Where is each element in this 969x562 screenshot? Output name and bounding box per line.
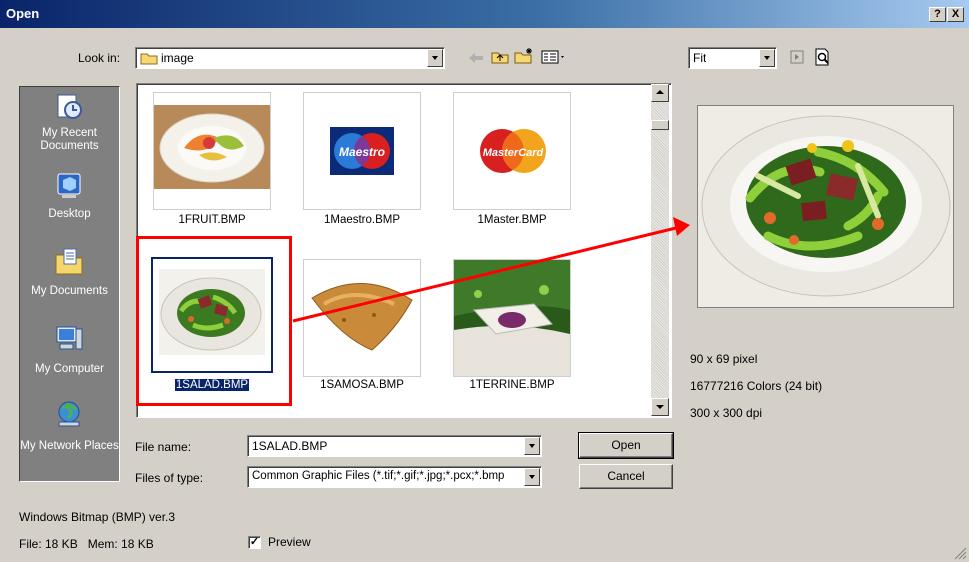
preview-checkbox[interactable]: ✓ [248, 536, 261, 549]
image-colors: 16777216 Colors (24 bit) [690, 379, 823, 393]
file-type-label: Files of type: [135, 471, 204, 485]
file-size-text: File: 18 KB Mem: 18 KB [19, 537, 154, 551]
file-name-field[interactable]: 1SALAD.BMP [247, 435, 542, 457]
open-button[interactable]: Open [578, 432, 674, 459]
file-name-dropdown-button[interactable] [524, 437, 540, 455]
resize-grip-icon[interactable] [953, 546, 967, 560]
file-name-label-field: File name: [135, 440, 192, 454]
salad-preview-image [698, 106, 953, 307]
preview-panel [697, 105, 954, 308]
cancel-button[interactable]: Cancel [579, 464, 673, 489]
file-format-text: Windows Bitmap (BMP) ver.3 [19, 510, 176, 524]
file-type-value: Common Graphic Files (*.tif;*.gif;*.jpg;… [252, 470, 505, 482]
file-type-select[interactable]: Common Graphic Files (*.tif;*.gif;*.jpg;… [247, 466, 542, 488]
preview-checkbox-label[interactable]: Preview [268, 535, 311, 549]
image-dimensions: 90 x 69 pixel [690, 352, 758, 366]
file-name-value[interactable]: 1SALAD.BMP [252, 439, 327, 453]
image-dpi: 300 x 300 dpi [690, 406, 763, 420]
file-type-dropdown-button[interactable] [524, 468, 540, 486]
open-dialog: Open ? X Look in: image Fit My Recent Do… [0, 0, 969, 562]
